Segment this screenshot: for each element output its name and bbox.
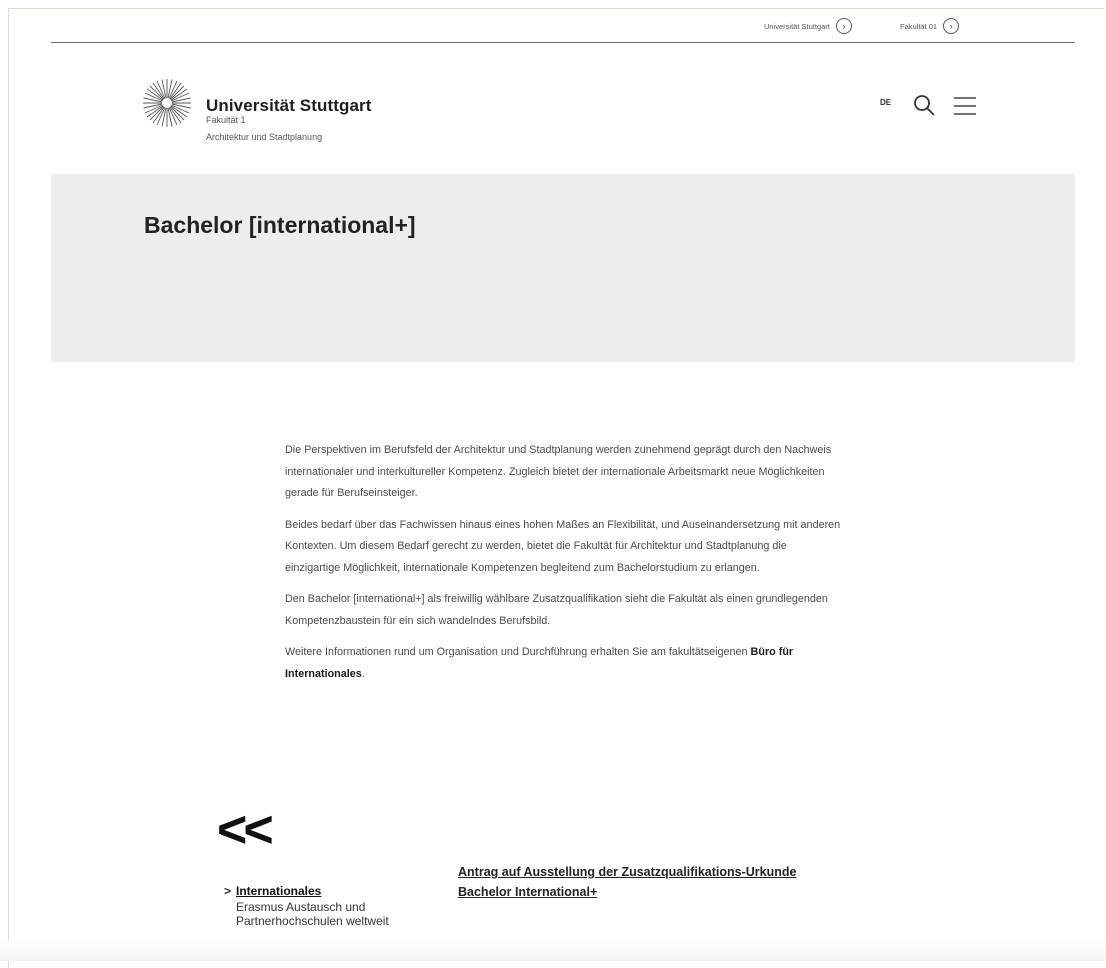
brand-title[interactable]: Universität Stuttgart [206, 96, 372, 116]
bottom-edge [0, 940, 1106, 961]
search-icon[interactable] [912, 93, 936, 117]
brand-department: Architektur und Stadtplanung [206, 132, 323, 142]
hero-banner: Bachelor [international+] [51, 174, 1075, 362]
page-title: Bachelor [international+] [144, 212, 416, 238]
main-content: Die Perspektiven im Berufsfeld der Archi… [285, 440, 841, 695]
circle-arrow-right-icon: › [835, 18, 852, 34]
brand-faculty: Fakultät 1 [206, 115, 246, 125]
paragraph-contact: Weitere Informationen rund um Organisati… [285, 642, 841, 685]
hamburger-menu-icon[interactable] [953, 96, 977, 116]
top-link-label: Universität Stuttgart [764, 21, 830, 31]
university-logo[interactable] [142, 78, 192, 128]
top-link-label: Fakultät 01 [900, 21, 938, 31]
related-link-description: Erasmus Austausch und Partnerhochschulen… [236, 900, 389, 928]
circle-arrow-right-icon: › [943, 18, 960, 34]
paragraph-text: Weitere Informationen rund um Organisati… [285, 646, 751, 658]
top-bar: Universität Stuttgart › Fakultät 01 › [51, 0, 1075, 43]
top-link-faculty[interactable]: Fakultät 01 › [900, 18, 960, 34]
paragraph-text-end: . [361, 667, 365, 680]
chevron-right-icon: > [224, 884, 232, 898]
top-link-university[interactable]: Universität Stuttgart › [764, 18, 852, 34]
paragraph: Den Bachelor [international+] als freiwi… [285, 593, 828, 627]
language-switch[interactable]: DE [880, 98, 891, 107]
application-link[interactable]: Antrag auf Ausstellung der Zusatzqualifi… [458, 862, 828, 902]
paragraph: Die Perspektiven im Berufsfeld der Archi… [285, 444, 832, 499]
related-link-title[interactable]: Internationales [236, 884, 321, 898]
paragraph: Beides bedarf über das Fachwissen hinaus… [285, 518, 841, 574]
back-link[interactable]: << [217, 800, 274, 860]
